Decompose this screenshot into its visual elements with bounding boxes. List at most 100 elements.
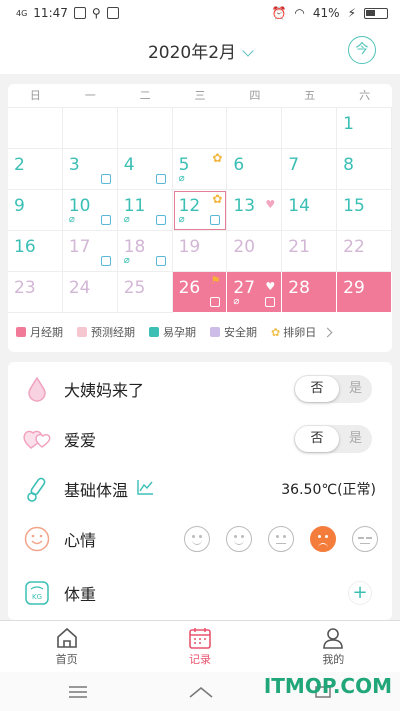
- calendar-empty-cell: [117, 108, 173, 149]
- record-row-period: 大姨妈来了 否 是: [8, 364, 392, 414]
- legend-item: 月经期: [16, 324, 63, 340]
- calendar-day-period[interactable]: 29: [337, 272, 392, 313]
- day-number: 7: [288, 155, 300, 175]
- ovulation-flower-icon: ✿: [212, 151, 223, 165]
- legend-label: 易孕期: [163, 326, 196, 339]
- mood-angry-icon[interactable]: [352, 526, 378, 552]
- day-number: 6: [233, 155, 245, 175]
- chevron-down-icon: [242, 45, 254, 57]
- bottom-tab-bar: 首页 记录 我的: [0, 620, 400, 672]
- calendar-day[interactable]: 25: [117, 272, 173, 313]
- tab-mine[interactable]: 我的: [267, 621, 400, 672]
- note-icon: [155, 174, 166, 184]
- drop-icon: [22, 374, 52, 404]
- battery-icon: [364, 7, 388, 19]
- day-number: 18: [123, 237, 146, 257]
- day-number: 1: [343, 114, 354, 134]
- network-indicator: 4G: [16, 8, 28, 18]
- heart-icon: ♥: [265, 198, 276, 211]
- calendar-empty-cell: [227, 108, 283, 149]
- month-selector[interactable]: 2020年2月: [0, 38, 400, 63]
- calendar-day[interactable]: 19: [172, 231, 228, 272]
- pill-icon: ⌀: [178, 214, 185, 225]
- today-button[interactable]: 今: [348, 36, 376, 64]
- calendar-day[interactable]: 4: [117, 149, 173, 190]
- record-label: 爱爱: [64, 431, 97, 450]
- heart-icon: ♥: [265, 280, 276, 293]
- calendar-day[interactable]: 7: [282, 149, 338, 190]
- calendar-day[interactable]: 1: [337, 108, 392, 149]
- period-toggle[interactable]: 否 是: [294, 375, 372, 403]
- status-bar: 4G 11:47 ⚲ ⏰ ◠ 41% ⚡: [0, 0, 400, 28]
- calendar-day[interactable]: 18 ⌀: [117, 231, 173, 272]
- calendar-day[interactable]: 8: [337, 149, 392, 190]
- weekday-label: 四: [249, 89, 261, 102]
- toggle-on-label: 是: [348, 431, 362, 446]
- calendar-empty-cell: [8, 108, 63, 149]
- calendar-day[interactable]: 21: [282, 231, 338, 272]
- record-row-weight[interactable]: KG 体重 +: [8, 568, 392, 618]
- wifi-icon: ◠: [294, 6, 305, 20]
- calendar-day[interactable]: 9: [8, 190, 63, 231]
- calendar-day[interactable]: 17: [62, 231, 118, 272]
- calendar-day[interactable]: 20: [227, 231, 283, 272]
- day-number: 19: [178, 237, 201, 257]
- records-card: 大姨妈来了 否 是 爱爱 否 是 基础体温 36.50℃(正常) 心情 KG 体…: [8, 362, 392, 620]
- record-row-temperature[interactable]: 基础体温 36.50℃(正常): [8, 464, 392, 514]
- mood-happy-icon[interactable]: [184, 526, 210, 552]
- calendar-day[interactable]: 2: [8, 149, 63, 190]
- day-number: 25: [123, 278, 146, 298]
- mood-neutral-icon[interactable]: [268, 526, 294, 552]
- record-row-mood: 心情: [8, 514, 392, 564]
- record-label: 心情: [64, 531, 97, 550]
- calendar-day[interactable]: 10 ⌀: [62, 190, 118, 231]
- watermark-logo: ITMOP.COM: [263, 674, 392, 698]
- mood-smile-icon[interactable]: [226, 526, 252, 552]
- calendar-day[interactable]: 14: [282, 190, 338, 231]
- toggle-on-label: 是: [348, 381, 362, 396]
- calendar-day[interactable]: 13 ♥: [227, 190, 283, 231]
- record-label: 基础体温: [64, 481, 129, 500]
- day-number: 15: [343, 196, 365, 216]
- legend-item: 预测经期: [77, 324, 135, 340]
- legend-swatch: [77, 327, 87, 337]
- calendar-day-period[interactable]: 27 ♥ ⌀: [227, 272, 283, 313]
- toggle-knob: 否: [295, 426, 339, 452]
- note-icon: [100, 256, 111, 266]
- toggle-knob: 否: [295, 376, 339, 402]
- home-nav-icon[interactable]: [188, 684, 214, 703]
- trend-chart-icon[interactable]: [136, 479, 154, 499]
- day-number: 23: [14, 278, 36, 298]
- calendar-day[interactable]: 24: [62, 272, 118, 313]
- calendar-empty-cell: [62, 108, 118, 149]
- calendar-legend[interactable]: 月经期 预测经期 易孕期 安全期 ✿ 排卵日: [8, 314, 392, 350]
- day-number: 26: [178, 278, 201, 298]
- smiley-icon: [22, 524, 52, 554]
- day-number: 2: [14, 155, 25, 175]
- calendar-day[interactable]: 22: [337, 231, 392, 272]
- calendar-day-period[interactable]: 28: [282, 272, 338, 313]
- calendar-day[interactable]: 6: [227, 149, 283, 190]
- mood-sad-icon[interactable]: [310, 526, 336, 552]
- tab-home[interactable]: 首页: [0, 621, 133, 672]
- calendar-day[interactable]: 15: [337, 190, 392, 231]
- chevron-right-icon[interactable]: [322, 327, 333, 337]
- add-weight-button[interactable]: +: [348, 581, 372, 605]
- day-number: 10: [68, 196, 91, 216]
- legend-swatch: [16, 327, 26, 337]
- calendar-day[interactable]: 5 ✿ ⌀: [172, 149, 228, 190]
- tab-records[interactable]: 记录: [133, 621, 266, 672]
- tab-label: 我的: [322, 653, 345, 666]
- calendar-day[interactable]: 11 ⌀: [117, 190, 173, 231]
- love-toggle[interactable]: 否 是: [294, 425, 372, 453]
- day-number: 17: [68, 237, 91, 257]
- day-number: 3: [68, 155, 80, 175]
- calendar-day[interactable]: 16: [8, 231, 63, 272]
- day-number: 20: [233, 237, 256, 257]
- home-icon: [55, 627, 79, 649]
- calendar-day[interactable]: 3: [62, 149, 118, 190]
- calendar-day-selected[interactable]: 12 ✿ ⌀: [172, 190, 228, 231]
- calendar-day[interactable]: 23: [8, 272, 63, 313]
- calendar-day-period[interactable]: 26 ⚑: [172, 272, 228, 313]
- menu-icon[interactable]: [68, 684, 88, 703]
